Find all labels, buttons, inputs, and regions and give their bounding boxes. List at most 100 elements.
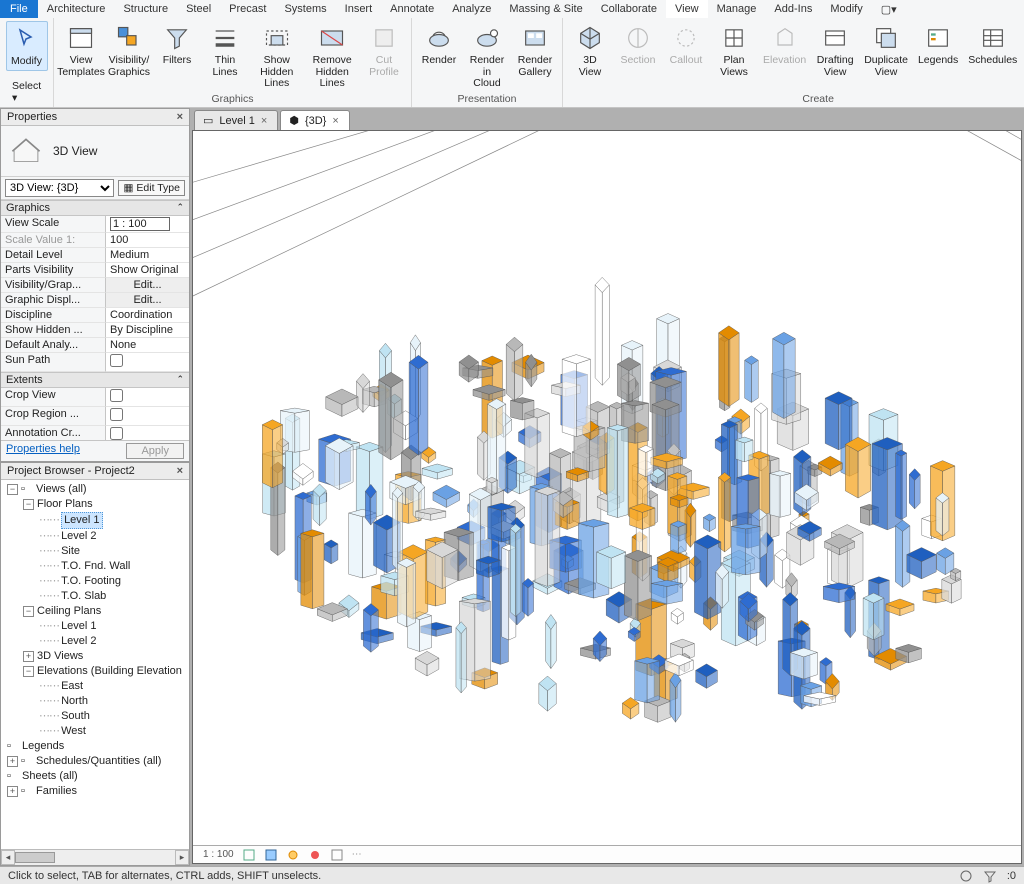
tree-node[interactable]: ⋯⋯ South (3, 709, 187, 724)
prop-value[interactable]: 1 : 100 (105, 216, 189, 233)
menu-steel[interactable]: Steel (177, 0, 220, 18)
planviews-button[interactable]: PlanViews (713, 21, 755, 80)
view-tab[interactable]: ▭Level 1× (194, 110, 278, 130)
menu-insert[interactable]: Insert (336, 0, 382, 18)
view-control-bar[interactable]: 1 : 100 ⋯ (193, 845, 1021, 863)
expand-icon[interactable]: + (7, 756, 18, 767)
link-icon[interactable] (959, 869, 973, 883)
thinlines-button[interactable]: ThinLines (204, 21, 246, 80)
checkbox[interactable] (110, 354, 123, 367)
expand-icon[interactable]: − (23, 499, 34, 510)
close-icon[interactable]: × (177, 111, 183, 123)
prop-value[interactable]: By Discipline (105, 323, 189, 338)
visibility-button[interactable]: Visibility/Graphics (108, 21, 150, 80)
tree-node[interactable]: ▫ Sheets (all) (3, 769, 187, 784)
menu-view[interactable]: View (666, 0, 708, 18)
visual-style-icon[interactable] (264, 848, 278, 862)
prop-value[interactable]: Coordination (105, 308, 189, 323)
menu-overflow[interactable]: ▢▾ (872, 0, 906, 18)
checkbox[interactable] (110, 427, 123, 440)
prop-value[interactable]: Medium (105, 248, 189, 263)
prop-value[interactable] (105, 426, 189, 440)
view-scale[interactable]: 1 : 100 (203, 849, 234, 860)
shadow-icon[interactable] (308, 848, 322, 862)
expand-icon[interactable]: − (23, 666, 34, 677)
expand-icon[interactable]: + (23, 651, 34, 662)
tree-node[interactable]: +▫ Families (3, 784, 187, 799)
modify-button[interactable]: Modify (6, 21, 48, 71)
tree-node[interactable]: ⋯⋯ Level 2 (3, 634, 187, 649)
prop-value[interactable] (105, 353, 189, 372)
tree-node[interactable]: ⋯⋯ T.O. Fnd. Wall (3, 559, 187, 574)
render-button[interactable]: Render (418, 21, 460, 69)
tree-node[interactable]: −▫ Views (all) (3, 482, 187, 497)
sun-icon[interactable] (286, 848, 300, 862)
menu-manage[interactable]: Manage (708, 0, 766, 18)
file-menu[interactable]: File (0, 0, 38, 18)
tree-node[interactable]: ⋯⋯ T.O. Slab (3, 589, 187, 604)
prop-value[interactable]: Show Original (105, 263, 189, 278)
collapse-icon[interactable]: ⌃ (176, 202, 184, 214)
tree-node[interactable]: ⋯⋯ T.O. Footing (3, 574, 187, 589)
tree-node[interactable]: −Floor Plans (3, 497, 187, 512)
checkbox[interactable] (110, 389, 123, 402)
filters-button[interactable]: Filters (156, 21, 198, 69)
tree-node[interactable]: ⋯⋯ Level 1 (3, 512, 187, 529)
expand-icon[interactable]: − (7, 484, 18, 495)
prop-value[interactable] (105, 388, 189, 407)
tree-node[interactable]: +▫ Schedules/Quantities (all) (3, 754, 187, 769)
tree-node[interactable]: −Elevations (Building Elevation (3, 664, 187, 679)
prop-value[interactable]: 100 (105, 233, 189, 248)
menu-structure[interactable]: Structure (114, 0, 177, 18)
prop-value[interactable] (105, 407, 189, 426)
tree-node[interactable]: ⋯⋯ North (3, 694, 187, 709)
tree-node[interactable]: ⋯⋯ Level 2 (3, 529, 187, 544)
legends-button[interactable]: Legends (916, 21, 960, 69)
showhidden-button[interactable]: ShowHidden Lines (252, 21, 301, 92)
3d-canvas[interactable]: 1 : 100 ⋯ (192, 130, 1022, 864)
select-dropdown[interactable]: Select ▾ (6, 78, 47, 106)
tree-node[interactable]: ⋯⋯ East (3, 679, 187, 694)
rendercloud-button[interactable]: Renderin Cloud (466, 21, 508, 92)
tree-node[interactable]: ⋯⋯ West (3, 724, 187, 739)
prop-value[interactable]: None (105, 338, 189, 353)
prop-value[interactable]: Edit... (105, 293, 189, 308)
menu-annotate[interactable]: Annotate (381, 0, 443, 18)
apply-button[interactable]: Apply (126, 443, 184, 459)
detail-icon[interactable] (242, 848, 256, 862)
filter-icon[interactable] (983, 869, 997, 883)
edit-type-button[interactable]: ▦ Edit Type (118, 180, 185, 196)
close-icon[interactable]: × (177, 465, 183, 477)
templates-button[interactable]: ViewTemplates (60, 21, 102, 80)
expand-icon[interactable]: − (23, 606, 34, 617)
schedules-button[interactable]: Schedules (966, 21, 1019, 69)
collapse-icon[interactable]: ⌃ (176, 374, 184, 386)
menu-massing-site[interactable]: Massing & Site (500, 0, 591, 18)
tree-node[interactable]: ▫ Legends (3, 739, 187, 754)
tree-node[interactable]: −Ceiling Plans (3, 604, 187, 619)
close-icon[interactable]: × (261, 115, 267, 127)
view-tab[interactable]: ⬢{3D}× (280, 110, 349, 130)
checkbox[interactable] (110, 408, 123, 421)
tree-node[interactable]: ⋯⋯ Site (3, 544, 187, 559)
menu-architecture[interactable]: Architecture (38, 0, 115, 18)
drafting-button[interactable]: DraftingView (814, 21, 856, 80)
rendergallery-button[interactable]: RenderGallery (514, 21, 556, 80)
menu-modify[interactable]: Modify (821, 0, 871, 18)
removehidden-button[interactable]: RemoveHidden Lines (307, 21, 356, 92)
duplicate-button[interactable]: DuplicateView (862, 21, 910, 80)
project-tree[interactable]: −▫ Views (all)−Floor Plans⋯⋯ Level 1⋯⋯ L… (1, 480, 189, 849)
prop-value[interactable]: Edit... (105, 278, 189, 293)
type-selector[interactable]: 3D View: {3D} (5, 179, 114, 197)
menu-add-ins[interactable]: Add-Ins (765, 0, 821, 18)
properties-help-link[interactable]: Properties help (6, 443, 80, 459)
menu-collaborate[interactable]: Collaborate (592, 0, 666, 18)
menu-precast[interactable]: Precast (220, 0, 275, 18)
menu-analyze[interactable]: Analyze (443, 0, 500, 18)
browser-scroll[interactable]: ◂▸ (1, 849, 189, 865)
tree-node[interactable]: ⋯⋯ Level 1 (3, 619, 187, 634)
3dview-button[interactable]: 3DView (569, 21, 611, 80)
expand-icon[interactable]: + (7, 786, 18, 797)
menu-systems[interactable]: Systems (275, 0, 335, 18)
close-icon[interactable]: × (332, 115, 338, 127)
